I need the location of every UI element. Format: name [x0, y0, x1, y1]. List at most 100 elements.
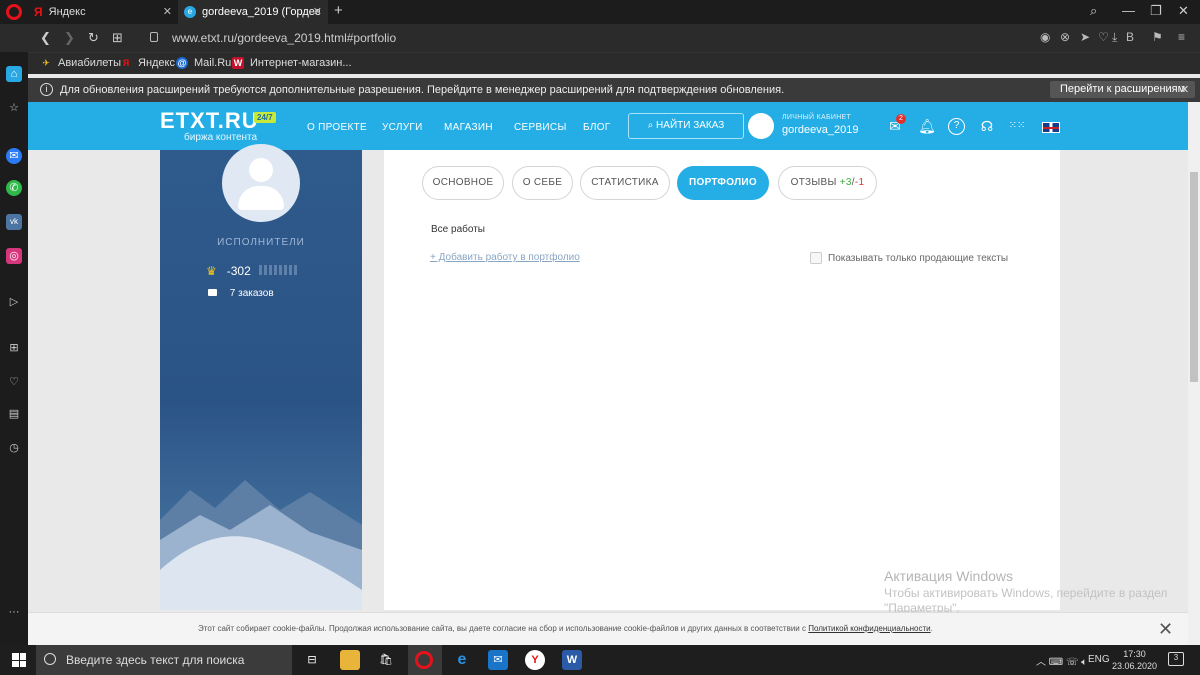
- word-icon[interactable]: W: [562, 650, 582, 670]
- tab-portfolio[interactable]: ПОРТФОЛИО: [677, 166, 769, 200]
- extension-notice-bar: i Для обновления расширений требуются до…: [28, 78, 1200, 102]
- user-head-icon: [249, 158, 273, 182]
- heart-icon[interactable]: ♡: [1098, 30, 1109, 44]
- notifications-icon[interactable]: 3: [1168, 652, 1184, 666]
- help-icon[interactable]: ?: [948, 118, 965, 135]
- taskbar-search-input[interactable]: Введите здесь текст для поиска: [36, 645, 292, 675]
- tab-basic[interactable]: ОСНОВНОЕ: [422, 166, 504, 200]
- etxt-logo[interactable]: ETXT.RU: [160, 108, 259, 134]
- minimize-button[interactable]: —: [1122, 3, 1135, 18]
- flag-extension-icon[interactable]: ⚑: [1152, 30, 1163, 44]
- privacy-policy-link[interactable]: Политикой конфиденциальности: [808, 624, 930, 633]
- new-tab-button[interactable]: +: [334, 2, 343, 19]
- profile-role: ИСПОЛНИТЕЛИ: [217, 237, 305, 248]
- file-explorer-icon[interactable]: [340, 650, 360, 670]
- speed-dial-icon[interactable]: ⊞: [112, 30, 123, 46]
- edge-icon[interactable]: e: [452, 650, 472, 670]
- star-icon[interactable]: ☆: [6, 100, 22, 116]
- windows-start-icon[interactable]: [12, 653, 26, 667]
- tab-about[interactable]: О СЕБЕ: [512, 166, 573, 200]
- menu-icon[interactable]: ≡: [1178, 30, 1185, 44]
- close-notice-icon[interactable]: ✕: [1180, 83, 1189, 96]
- bookmark-yandex[interactable]: Я Яндекс: [120, 57, 175, 69]
- opera-logo-icon[interactable]: [6, 4, 22, 20]
- nav-services[interactable]: УСЛУГИ: [382, 122, 423, 133]
- close-cookie-icon[interactable]: ✕: [1158, 619, 1173, 640]
- header-avatar[interactable]: [748, 113, 774, 139]
- browser-tab-yandex[interactable]: Я Яндекс ✕: [28, 0, 178, 24]
- back-button[interactable]: ❮: [40, 30, 51, 46]
- bookmarks-bar: ✈ Авиабилеты Я Яндекс @ Mail.Ru W Интерн…: [0, 52, 1200, 74]
- close-window-button[interactable]: ✕: [1178, 3, 1189, 19]
- forward-button[interactable]: ❯: [64, 30, 75, 46]
- restore-button[interactable]: ❐: [1150, 3, 1162, 19]
- clock-time: 17:30: [1123, 649, 1146, 659]
- wildberries-icon: W: [232, 57, 244, 69]
- instagram-icon[interactable]: ◎: [6, 248, 22, 264]
- add-work-link[interactable]: + Добавить работу в портфолио: [430, 252, 580, 263]
- more-icon[interactable]: ···: [6, 604, 22, 620]
- vk-icon[interactable]: vk: [6, 214, 22, 230]
- task-view-icon[interactable]: ⊟: [302, 650, 322, 670]
- logo-subtitle: биржа контента: [184, 132, 258, 143]
- cookie-text: Этот сайт собирает cookie-файлы. Продолж…: [198, 624, 933, 633]
- send-icon[interactable]: ➤: [1080, 30, 1090, 44]
- tab-stats[interactable]: СТАТИСТИКА: [580, 166, 670, 200]
- opera-taskbar-icon[interactable]: [415, 651, 433, 669]
- system-tray-icons[interactable]: ︿ ⌨ ☏ 🔈︎: [1036, 653, 1087, 668]
- bookmark-shop[interactable]: W Интернет-магазин...: [232, 57, 352, 69]
- whatsapp-icon[interactable]: ✆: [6, 180, 22, 196]
- yandex-favicon-icon: Я: [34, 5, 43, 19]
- close-tab-icon[interactable]: ✕: [313, 5, 322, 18]
- reviews-positive: +3: [839, 177, 852, 188]
- history-icon[interactable]: ◷: [6, 440, 22, 456]
- language-indicator[interactable]: ENG: [1088, 654, 1110, 665]
- close-tab-icon[interactable]: ✕: [163, 5, 172, 18]
- nav-blog[interactable]: БЛОГ: [583, 122, 611, 133]
- url-field[interactable]: www.etxt.ru/gordeeva_2019.html#portfolio: [172, 31, 396, 45]
- only-selling-label[interactable]: Показывать только продающие тексты: [828, 253, 1008, 264]
- nav-about[interactable]: О ПРОЕКТЕ: [307, 122, 367, 133]
- nav-shop[interactable]: МАГАЗИН: [444, 122, 493, 133]
- send-icon[interactable]: ▷: [6, 294, 22, 310]
- news-icon[interactable]: ▤: [6, 406, 22, 422]
- site-header: ETXT.RU 24/7 биржа контента О ПРОЕКТЕ УС…: [28, 102, 1188, 150]
- profile-rating: ♛ -302: [206, 264, 297, 278]
- home-icon[interactable]: ⌂: [6, 66, 22, 82]
- opera-sidebar: ⌂ ☆ ✉ ✆ vk ◎ ▷ ⊞ ♡ ▤ ◷ ···: [0, 52, 28, 645]
- go-to-extensions-button[interactable]: Перейти к расширениям: [1050, 81, 1196, 98]
- account-name[interactable]: gordeeva_2019: [782, 124, 858, 136]
- yandex-browser-icon[interactable]: Y: [525, 650, 545, 670]
- search-tabs-icon[interactable]: ⌕: [1090, 3, 1097, 19]
- grid-icon[interactable]: ⊞: [6, 340, 22, 356]
- orders-count: 7 заказов: [229, 288, 274, 299]
- reload-icon[interactable]: ↻: [88, 30, 99, 46]
- find-order-button[interactable]: ⌕ НАЙТИ ЗАКАЗ: [628, 113, 744, 139]
- store-icon[interactable]: 🛍︎: [376, 650, 396, 670]
- bell-icon[interactable]: 🔔︎: [918, 118, 936, 134]
- scrollbar-thumb[interactable]: [1190, 172, 1198, 382]
- all-works-filter[interactable]: Все работы: [431, 224, 485, 235]
- extension-b-icon[interactable]: B: [1126, 30, 1134, 44]
- profile-avatar[interactable]: [222, 144, 300, 222]
- clock[interactable]: 17:30 23.06.2020: [1112, 648, 1157, 672]
- camera-icon[interactable]: ◉: [1040, 30, 1050, 44]
- tab-title: gordeeva_2019 (Гордеева: [202, 6, 320, 18]
- bookmark-label: Mail.Ru: [194, 57, 232, 69]
- bookmark-mailru[interactable]: @ Mail.Ru: [176, 57, 231, 69]
- cookie-message: Этот сайт собирает cookie-файлы. Продолж…: [198, 624, 806, 633]
- messenger-icon[interactable]: ✉: [6, 148, 22, 164]
- tracker-block-icon[interactable]: ⊗: [1060, 30, 1070, 44]
- bookmark-aviabilety[interactable]: ✈ Авиабилеты: [40, 57, 121, 69]
- reviews-label: ОТЗЫВЫ: [790, 177, 837, 188]
- apps-grid-icon[interactable]: ⁙⁙: [1008, 118, 1026, 134]
- headset-icon[interactable]: ☊: [978, 118, 996, 134]
- browser-tab-etxt[interactable]: e gordeeva_2019 (Гордеева ✕: [178, 0, 328, 24]
- english-flag-icon[interactable]: [1042, 122, 1060, 133]
- tab-reviews[interactable]: ОТЗЫВЫ +3/-1: [778, 166, 877, 200]
- download-icon[interactable]: ⤓: [1112, 30, 1117, 45]
- mail-app-icon[interactable]: ✉: [488, 650, 508, 670]
- heart-icon[interactable]: ♡: [6, 374, 22, 390]
- nav-tools[interactable]: СЕРВИСЫ: [514, 122, 567, 133]
- only-selling-checkbox[interactable]: [810, 252, 822, 264]
